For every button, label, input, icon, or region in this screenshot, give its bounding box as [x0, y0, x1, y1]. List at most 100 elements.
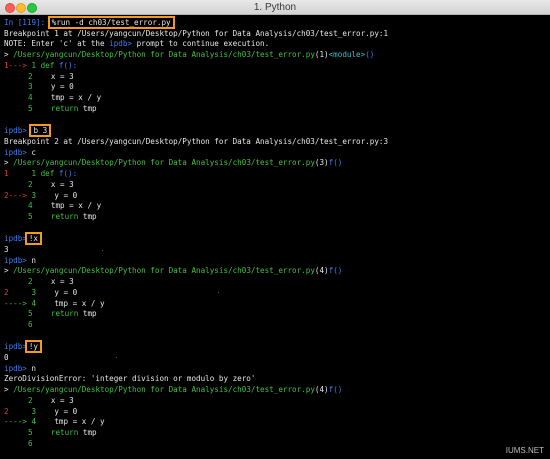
ipdb-prompt: ipdb>	[4, 126, 27, 135]
current-line-marker: ---->	[4, 417, 32, 426]
breakpoint-2-message: Breakpoint 2 at /Users/yangcun/Desktop/P…	[4, 137, 389, 146]
ipdb-prompt: ipdb>	[4, 364, 27, 373]
code-line: 2 x = 3	[28, 277, 74, 287]
x-value-output: 3	[4, 245, 9, 254]
ipdb-command-line: ipdb> !x	[4, 232, 43, 245]
breakpoint-1-message: Breakpoint 1 at /Users/yangcun/Desktop/P…	[4, 29, 389, 38]
stray-pixel	[116, 357, 117, 358]
ipdb-command-line: ipdb> b 3	[4, 124, 52, 137]
code-line: 2 x = 3	[28, 180, 74, 190]
ipdb-prompt: ipdb>	[4, 148, 27, 157]
note-text-end: prompt to continue execution.	[132, 39, 270, 48]
frame-location-line: > /Users/yangcun/Desktop/Python for Data…	[4, 266, 342, 276]
print-y-command: !y	[24, 340, 43, 353]
code-line: 4 tmp = x / y	[28, 201, 101, 211]
frame-path: /Users/yangcun/Desktop/Python for Data A…	[8, 50, 315, 59]
ipdb-command-line: ipdb> n	[4, 364, 36, 374]
keyword-return: return	[50, 428, 79, 437]
frame-lineno: (4)	[314, 385, 329, 394]
print-x-command: !x	[24, 232, 43, 245]
frame-parens: ()	[333, 266, 343, 275]
function-parens: ():	[63, 61, 78, 70]
code-line: 5 return tmp	[28, 309, 97, 319]
code-line: 5 return tmp	[28, 212, 97, 222]
code-text: y = 0	[54, 288, 78, 297]
code-line: 5 return tmp	[28, 104, 97, 114]
frame-location-line: > /Users/yangcun/Desktop/Python for Data…	[4, 158, 342, 168]
code-line: 2 x = 3	[28, 72, 74, 82]
function-parens: ():	[63, 169, 78, 178]
note-ipdb-prompt: ipdb>	[109, 39, 133, 48]
code-text: y = 0	[54, 407, 78, 416]
continue-command: c	[26, 148, 37, 157]
terminal-output[interactable]: In [119]: %run -d ch03/test_error.py Bre…	[0, 16, 550, 459]
y-value-output: 0	[4, 353, 9, 362]
ipdb-prompt: ipdb>	[4, 234, 27, 243]
frame-path: /Users/yangcun/Desktop/Python for Data A…	[8, 158, 315, 167]
code-text: x = 3	[50, 180, 74, 189]
frame-parens: ()	[365, 50, 375, 59]
keyword-return: return	[50, 212, 79, 221]
frame-parens: ()	[333, 158, 343, 167]
frame-path: /Users/yangcun/Desktop/Python for Data A…	[8, 266, 315, 275]
code-line: 6	[28, 439, 33, 449]
code-text: y = 0	[50, 82, 74, 91]
code-text: tmp = x / y	[54, 299, 105, 308]
code-line: 2 3 y = 0	[4, 288, 77, 298]
return-value: tmp	[78, 104, 97, 113]
keyword-return: return	[50, 309, 79, 318]
ipdb-command-line: ipdb> c	[4, 148, 36, 158]
code-text: tmp = x / y	[50, 93, 102, 102]
code-line: 6	[28, 320, 33, 330]
return-value: tmp	[78, 428, 97, 437]
ipdb-command-line: ipdb> n	[4, 256, 36, 266]
frame-location-line: > /Users/yangcun/Desktop/Python for Data…	[4, 50, 374, 60]
error-message: ZeroDivisionError: 'integer division or …	[4, 374, 256, 383]
frame-parens: ()	[333, 385, 343, 394]
code-line: 4 tmp = x / y	[28, 93, 101, 103]
code-line: 2 x = 3	[28, 396, 74, 406]
return-value: tmp	[78, 212, 97, 221]
in-prompt-number: 119	[22, 18, 37, 27]
code-text: x = 3	[50, 72, 74, 81]
line-number: 6	[28, 439, 33, 448]
in-prompt-close: ]:	[36, 18, 46, 27]
note-text-start: NOTE: Enter 'c' at the	[4, 39, 110, 48]
frame-location-line: > /Users/yangcun/Desktop/Python for Data…	[4, 385, 342, 395]
code-text: x = 3	[50, 277, 74, 286]
window-title: 1. Python	[253, 2, 297, 13]
keyword-return: return	[50, 104, 79, 113]
code-line: 3 y = 0	[28, 82, 74, 92]
current-line-marker: ---->	[4, 299, 32, 308]
terminal-window: 1. Python In [119]: %run -d ch03/test_er…	[0, 0, 550, 459]
break-command: b 3	[29, 124, 52, 137]
ipdb-prompt: ipdb>	[4, 342, 27, 351]
run-command: %run -d ch03/test_error.py	[47, 16, 175, 29]
next-command: n	[26, 256, 37, 265]
frame-lineno: (4)	[314, 266, 329, 275]
keyword-def: def	[36, 61, 59, 70]
stray-pixel	[102, 250, 103, 251]
frame-lineno: (3)	[314, 158, 329, 167]
code-line: 2---> 3 y = 0	[4, 191, 77, 201]
note-line: NOTE: Enter 'c' at the ipdb> prompt to c…	[4, 39, 269, 49]
current-line-marker: 2--->	[4, 191, 32, 200]
stray-pixel	[218, 292, 219, 293]
line-number: 6	[28, 320, 33, 329]
code-line: ----> 4 tmp = x / y	[4, 417, 105, 427]
code-line: 5 return tmp	[28, 428, 97, 438]
code-line: 2 3 y = 0	[4, 407, 77, 417]
title-bar[interactable]: 1. Python	[0, 0, 550, 15]
code-text: tmp = x / y	[50, 201, 102, 210]
frame-module: <module>	[328, 50, 366, 59]
watermark: IUMS.NET	[505, 446, 544, 455]
next-command: n	[26, 364, 37, 373]
frame-lineno: (1)	[314, 50, 329, 59]
code-line: ----> 4 tmp = x / y	[4, 299, 105, 309]
ipdb-command-line: ipdb> !y	[4, 340, 43, 353]
code-text: y = 0	[54, 191, 78, 200]
code-line: 1---> 1 def f():	[4, 61, 77, 71]
in-prompt-label: In [	[4, 18, 23, 27]
return-value: tmp	[78, 309, 97, 318]
frame-path: /Users/yangcun/Desktop/Python for Data A…	[8, 385, 315, 394]
